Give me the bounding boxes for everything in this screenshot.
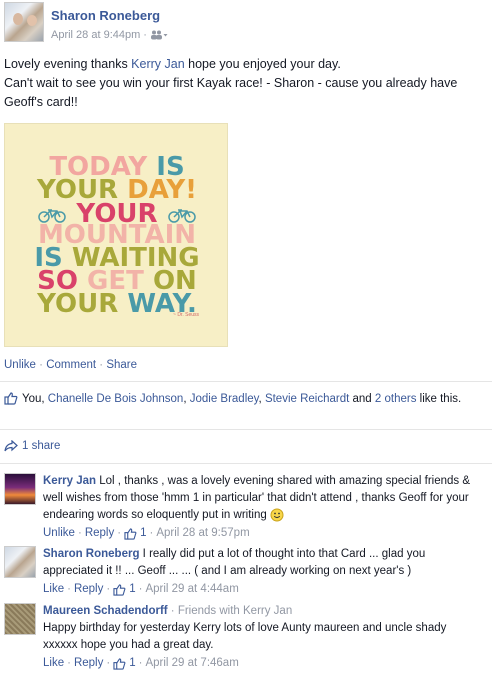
comment-text: Happy birthday for yesterday Kerry lots …: [43, 622, 447, 651]
separator-dot: ·: [138, 657, 143, 669]
comment-reply-link[interactable]: Reply: [74, 581, 103, 598]
commenter-name[interactable]: Maureen Schadendorff: [43, 605, 168, 617]
commenter-avatar[interactable]: [4, 473, 36, 505]
commenter-avatar[interactable]: [4, 603, 36, 635]
separator-dot: ·: [39, 359, 44, 371]
author-avatar[interactable]: [4, 2, 44, 42]
tag-kerry-jan[interactable]: Kerry Jan: [131, 57, 185, 71]
comment-body: Sharon Roneberg I really did put a lot o…: [43, 546, 483, 598]
share-arrow-icon: [4, 440, 18, 452]
divider: [0, 429, 492, 430]
separator-dot: ·: [149, 527, 154, 539]
comment-actions: Like · Reply · 1 · April 29 at 4:44am: [43, 581, 483, 598]
shares-count[interactable]: 1 share: [22, 440, 60, 452]
commenter-name[interactable]: Kerry Jan: [43, 475, 96, 487]
friends-audience-icon[interactable]: [150, 30, 168, 40]
post-photo[interactable]: TODAY IS YOUR DAY! YOUR MOUNTAIN IS WAIT…: [4, 123, 228, 347]
comment-like-link[interactable]: Like: [43, 581, 64, 598]
liker-link[interactable]: Jodie Bradley: [190, 393, 259, 405]
comment-item: Kerry Jan Lol , thanks , was a lovely ev…: [4, 473, 488, 541]
post-timestamp[interactable]: April 28 at 9:44pm: [51, 29, 140, 41]
comment-timestamp[interactable]: April 29 at 7:46am: [145, 655, 238, 672]
photo-word: YOUR: [37, 289, 119, 319]
text-segment: Lovely evening thanks: [4, 57, 132, 71]
smiley-emoticon-icon: [270, 508, 284, 522]
comment-timestamp[interactable]: April 29 at 4:44am: [145, 581, 238, 598]
comment-reply-link[interactable]: Reply: [85, 525, 114, 542]
likes-summary: You, Chanelle De Bois Johnson, Jodie Bra…: [4, 391, 474, 407]
comment-like-link[interactable]: Like: [43, 655, 64, 672]
facebook-post: Sharon Roneberg April 28 at 9:44pm · Lov…: [0, 0, 492, 673]
separator-dot: ·: [99, 359, 104, 371]
divider: [0, 463, 492, 464]
post-text-line2: Can't wait to see you win your first Kay…: [4, 76, 458, 109]
separator-dot: ·: [143, 29, 147, 41]
post-meta: April 28 at 9:44pm ·: [51, 29, 168, 41]
share-link[interactable]: Share: [106, 359, 137, 371]
comment-actions: Like · Reply · 1 · April 29 at 7:46am: [43, 655, 483, 672]
separator-dot: ·: [77, 527, 82, 539]
unlike-link[interactable]: Unlike: [4, 359, 36, 371]
friends-with-note: · Friends with Kerry Jan: [167, 605, 293, 617]
comment-body: Maureen Schadendorff · Friends with Kerr…: [43, 603, 483, 672]
photo-signature: ~ Dr. Seuss: [173, 312, 199, 318]
thumbs-up-icon: [4, 392, 18, 405]
comment-unlike-link[interactable]: Unlike: [43, 525, 75, 542]
post-text-line1: Lovely evening thanks Kerry Jan hope you…: [4, 55, 488, 74]
separator-dot: ·: [106, 657, 111, 669]
likes-you: You,: [22, 393, 48, 405]
comment-timestamp[interactable]: April 28 at 9:57pm: [156, 525, 249, 542]
liker-link[interactable]: Stevie Reichardt: [265, 393, 349, 405]
comment-text: Sharon Roneberg I really did put a lot o…: [43, 546, 483, 580]
text-segment: and: [349, 393, 375, 405]
post-text: Lovely evening thanks Kerry Jan hope you…: [4, 55, 488, 112]
separator-dot: ·: [67, 583, 71, 595]
commenter-avatar[interactable]: [4, 546, 36, 578]
separator-dot: ·: [106, 583, 111, 595]
commenter-name[interactable]: Sharon Roneberg: [43, 548, 139, 560]
comment-item: Sharon Roneberg I really did put a lot o…: [4, 546, 488, 598]
post-header: Sharon Roneberg April 28 at 9:44pm ·: [4, 2, 488, 46]
comment-like-count[interactable]: 1: [140, 525, 146, 542]
post-actions: Unlike · Comment · Share: [4, 359, 137, 371]
thumbs-up-icon: [113, 583, 126, 596]
text-segment: hope you enjoyed your day.: [184, 57, 341, 71]
liker-link[interactable]: Chanelle De Bois Johnson: [48, 393, 184, 405]
text-segment: like this.: [416, 393, 462, 405]
thumbs-up-icon: [124, 527, 137, 540]
comment-item: Maureen Schadendorff · Friends with Kerr…: [4, 603, 488, 671]
shares-row[interactable]: 1 share: [4, 440, 60, 452]
comment-actions: Unlike · Reply · 1 · April 28 at 9:57pm: [43, 525, 483, 542]
comment-text: Kerry Jan Lol , thanks , was a lovely ev…: [43, 473, 483, 524]
comment-header: Maureen Schadendorff · Friends with Kerr…: [43, 603, 483, 620]
others-link[interactable]: 2 others: [375, 393, 417, 405]
comment-like-count[interactable]: 1: [129, 655, 135, 672]
comment-body: Kerry Jan Lol , thanks , was a lovely ev…: [43, 473, 483, 542]
thumbs-up-icon: [113, 657, 126, 670]
separator-dot: ·: [138, 583, 143, 595]
comment-reply-link[interactable]: Reply: [74, 655, 103, 672]
comment-link[interactable]: Comment: [46, 359, 96, 371]
author-name-link[interactable]: Sharon Roneberg: [51, 8, 160, 23]
divider: [0, 381, 492, 382]
separator-dot: ·: [117, 527, 122, 539]
comment-message: Lol , thanks , was a lovely evening shar…: [43, 475, 471, 521]
comment-like-count[interactable]: 1: [129, 581, 135, 598]
separator-dot: ·: [67, 657, 71, 669]
